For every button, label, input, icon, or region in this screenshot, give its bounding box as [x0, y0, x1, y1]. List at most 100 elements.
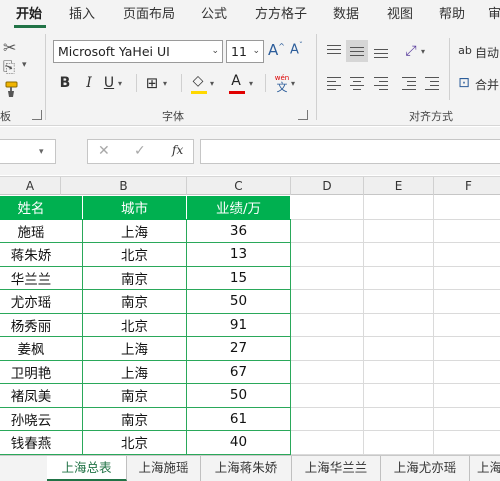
- cell-performance[interactable]: 36: [186, 218, 291, 243]
- cell-name[interactable]: 钱春燕: [0, 430, 83, 455]
- cell-city[interactable]: 上海: [82, 218, 187, 243]
- alignment-group-label: 对齐方式: [409, 110, 453, 123]
- name-box[interactable]: ▾: [0, 139, 56, 164]
- enter-icon[interactable]: ✓: [134, 143, 146, 159]
- cell-performance[interactable]: 50: [186, 289, 291, 314]
- cell-city[interactable]: 北京: [82, 242, 187, 267]
- cell-name[interactable]: 褚凤美: [0, 383, 83, 408]
- worksheet-grid[interactable]: 姓名 城市 业绩/万 施瑶 上海 36 蒋朱娇 北京 13 华兰兰 南京 15 尤亦瑶 南京 50 杨秀…: [0, 195, 500, 455]
- chevron-down-icon[interactable]: ▾: [421, 47, 425, 56]
- fill-color-icon[interactable]: ◇: [189, 71, 207, 91]
- cell-performance[interactable]: 67: [186, 359, 291, 384]
- chevron-down-icon[interactable]: ▾: [249, 79, 253, 88]
- tab-page-layout[interactable]: 页面布局: [123, 4, 175, 26]
- italic-icon[interactable]: I: [80, 73, 98, 93]
- column-header-c[interactable]: C: [187, 177, 291, 195]
- cell-performance[interactable]: 27: [186, 336, 291, 361]
- copy-icon[interactable]: ⎘: [3, 58, 15, 76]
- borders-icon[interactable]: ⊞: [143, 73, 161, 93]
- column-header-f[interactable]: F: [434, 177, 500, 195]
- cell-performance[interactable]: 50: [186, 383, 291, 408]
- cell-city[interactable]: 南京: [82, 289, 187, 314]
- cell-city[interactable]: 南京: [82, 406, 187, 431]
- clipboard-dialog-launcher[interactable]: [32, 110, 42, 120]
- cell-city[interactable]: 上海: [82, 359, 187, 384]
- merge-center-label[interactable]: 合并: [475, 76, 499, 93]
- scissors-icon[interactable]: ✂: [3, 38, 16, 57]
- sheet-tab-shanghai-shiyao[interactable]: 上海施瑶: [127, 456, 201, 481]
- sheet-tab-shanghai-hualanlan[interactable]: 上海华兰兰: [292, 456, 381, 481]
- font-dialog-launcher[interactable]: [298, 110, 308, 120]
- column-header-d[interactable]: D: [291, 177, 364, 195]
- chevron-down-icon: ⌄: [211, 46, 219, 56]
- chevron-down-icon[interactable]: ▾: [118, 79, 122, 88]
- cancel-icon[interactable]: ✕: [98, 143, 110, 159]
- cell-city[interactable]: 南京: [82, 383, 187, 408]
- font-color-icon[interactable]: A: [227, 71, 245, 91]
- tab-formulas[interactable]: 公式: [201, 4, 227, 26]
- ribbon: ✂ ⎘ ▾ 板 Microsoft YaHei UI ⌄ 11 ⌄ A^ Aˇ …: [0, 30, 500, 126]
- column-header-a[interactable]: A: [0, 177, 61, 195]
- table-row: 杨秀丽 北京 91: [0, 312, 291, 337]
- group-divider: [45, 34, 46, 120]
- tab-fangfang-gezi[interactable]: 方方格子: [255, 4, 307, 26]
- font-size-dropdown[interactable]: 11 ⌄: [226, 40, 264, 63]
- orientation-icon[interactable]: ⤢: [402, 41, 420, 61]
- insert-function-icon[interactable]: fx: [172, 143, 183, 157]
- cell-performance[interactable]: 13: [186, 242, 291, 267]
- header-cell-performance[interactable]: 业绩/万: [186, 195, 291, 220]
- cell-city[interactable]: 北京: [82, 312, 187, 337]
- chevron-down-icon[interactable]: ▾: [210, 79, 214, 88]
- column-header-e[interactable]: E: [364, 177, 434, 195]
- tab-help[interactable]: 帮助: [439, 4, 465, 26]
- sheet-tab-shanghai-youyiyao[interactable]: 上海尤亦瑶: [381, 456, 470, 481]
- column-headers: A B C D E F: [0, 176, 500, 195]
- tab-insert[interactable]: 插入: [69, 4, 95, 26]
- cell-performance[interactable]: 61: [186, 406, 291, 431]
- font-name-dropdown[interactable]: Microsoft YaHei UI ⌄: [53, 40, 223, 63]
- cell-name[interactable]: 姜枫: [0, 336, 83, 361]
- wrap-text-icon[interactable]: ab: [456, 41, 474, 61]
- chevron-down-icon[interactable]: ▾: [163, 79, 167, 88]
- sheet-tab-shanghai-total[interactable]: 上海总表: [47, 456, 127, 481]
- cell-name[interactable]: 孙晓云: [0, 406, 83, 431]
- cell-name[interactable]: 施瑶: [0, 218, 83, 243]
- increase-font-size-icon[interactable]: A^: [268, 41, 285, 59]
- decrease-font-size-icon[interactable]: Aˇ: [290, 41, 303, 57]
- cell-name[interactable]: 蒋朱娇: [0, 242, 83, 267]
- cell-city[interactable]: 北京: [82, 430, 187, 455]
- cell-performance[interactable]: 91: [186, 312, 291, 337]
- cell-performance[interactable]: 15: [186, 265, 291, 290]
- cell-name[interactable]: 杨秀丽: [0, 312, 83, 337]
- tab-view[interactable]: 视图: [387, 4, 413, 26]
- font-name-value: Microsoft YaHei UI: [58, 44, 170, 59]
- gridline: [363, 195, 364, 455]
- sheet-tab-shanghai-more[interactable]: 上海: [470, 456, 500, 481]
- format-painter-icon[interactable]: [2, 80, 20, 98]
- cell-city[interactable]: 南京: [82, 265, 187, 290]
- merge-center-icon[interactable]: ⊡: [455, 73, 473, 93]
- column-header-b[interactable]: B: [61, 177, 187, 195]
- cell-name[interactable]: 华兰兰: [0, 265, 83, 290]
- sheet-tab-shanghai-jiangzhujiao[interactable]: 上海蒋朱娇: [201, 456, 292, 481]
- cell-performance[interactable]: 40: [186, 430, 291, 455]
- underline-icon[interactable]: U: [100, 73, 118, 93]
- tab-review[interactable]: 审: [488, 4, 500, 26]
- chevron-down-icon[interactable]: ▾: [39, 147, 44, 157]
- header-cell-name[interactable]: 姓名: [0, 195, 83, 220]
- cell-city[interactable]: 上海: [82, 336, 187, 361]
- formula-buttons: ✕ ✓ fx: [87, 139, 194, 164]
- gridline: [290, 218, 500, 220]
- cell-name[interactable]: 尤亦瑶: [0, 289, 83, 314]
- tab-data[interactable]: 数据: [333, 4, 359, 26]
- ribbon-tab-bar: 开始 插入 页面布局 公式 方方格子 数据 视图 帮助 审: [0, 0, 500, 30]
- header-cell-city[interactable]: 城市: [82, 195, 187, 220]
- chevron-down-icon[interactable]: ▾: [291, 79, 295, 88]
- chevron-down-icon[interactable]: ▾: [22, 60, 27, 70]
- formula-input[interactable]: [200, 139, 500, 164]
- gridline: [433, 195, 434, 455]
- bold-icon[interactable]: B: [56, 73, 74, 93]
- tab-home[interactable]: 开始: [16, 4, 42, 26]
- cell-name[interactable]: 卫明艳: [0, 359, 83, 384]
- wrap-text-label[interactable]: 自动: [475, 44, 499, 61]
